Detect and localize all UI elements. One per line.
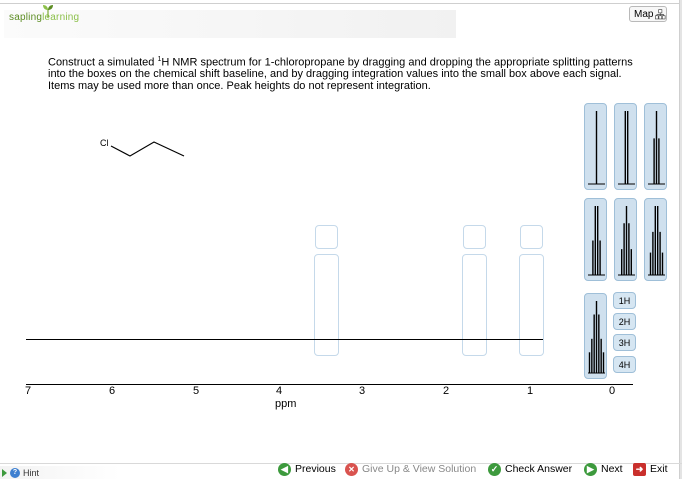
signal-drop-box[interactable]: [314, 254, 339, 356]
splitting-pattern-doublet[interactable]: [614, 103, 637, 190]
logo-word-1: sapling: [9, 12, 43, 23]
expand-arrow-icon: [2, 468, 7, 477]
integration-chip-3h[interactable]: 3H: [613, 334, 636, 351]
next-label: Next: [601, 463, 623, 475]
next-button[interactable]: ▶ Next: [584, 461, 623, 477]
axis-unit-label: ppm: [275, 398, 297, 410]
axis-tick-label: 0: [609, 385, 616, 397]
footer-divider: [0, 463, 682, 464]
integration-chip-2h[interactable]: 2H: [613, 313, 636, 330]
axis-tick-label: 2: [443, 385, 450, 397]
check-answer-label: Check Answer: [505, 463, 573, 475]
chemical-shift-baseline: [26, 339, 543, 340]
map-icon: [655, 8, 666, 19]
integration-drop-box[interactable]: [463, 225, 486, 249]
signal-drop-box[interactable]: [519, 254, 544, 356]
quintet-peaks-icon: [618, 206, 635, 276]
give-up-label: Give Up & View Solution: [362, 463, 477, 475]
axis-tick-label: 3: [359, 385, 366, 397]
signal-drop-box[interactable]: [462, 254, 487, 356]
cancel-x-icon: ✕: [345, 462, 358, 476]
integration-drop-box[interactable]: [315, 225, 338, 249]
axis-tick-label: 5: [193, 385, 200, 397]
axis-tick-label: 1: [527, 385, 534, 397]
next-arrow-icon: ▶: [584, 462, 597, 476]
integration-chip-4h[interactable]: 4H: [613, 356, 636, 373]
doublet-peaks-icon: [618, 111, 635, 185]
quartet-peaks-icon: [588, 206, 605, 276]
sprout-icon: [43, 5, 53, 18]
axis-tick-label: 6: [109, 385, 116, 397]
splitting-pattern-triplet[interactable]: [644, 103, 667, 190]
splitting-pattern-septet[interactable]: [584, 293, 607, 379]
splitting-pattern-singlet[interactable]: [584, 103, 607, 190]
instructions-part-1: Construct a simulated: [48, 56, 158, 69]
map-button-label: Map: [634, 8, 654, 20]
singlet-peaks-icon: [588, 111, 605, 185]
integration-drop-box[interactable]: [520, 225, 543, 249]
splitting-pattern-sextet[interactable]: [644, 198, 667, 281]
previous-label: Previous: [295, 463, 336, 475]
ppm-axis: [26, 384, 633, 385]
give-up-button[interactable]: ✕ Give Up & View Solution: [345, 461, 476, 477]
axis-tick-label: 4: [276, 385, 283, 397]
molecule-bonds: [110, 141, 185, 157]
sextet-peaks-icon: [648, 206, 665, 276]
check-answer-button[interactable]: ✓ Check Answer: [488, 461, 572, 477]
sapling-learning-logo: saplinglearning: [9, 5, 79, 23]
checkmark-icon: ✓: [488, 462, 501, 476]
instructions-text: Construct a simulated 1H NMR spectrum fo…: [48, 54, 640, 92]
question-icon: ?: [10, 467, 20, 478]
map-button[interactable]: Map: [629, 6, 667, 22]
septet-peaks-icon: [588, 301, 605, 374]
exit-label: Exit: [650, 463, 668, 475]
molecule-structure: Cl: [96, 132, 196, 166]
hint-label: Hint: [23, 467, 40, 478]
triplet-peaks-icon: [648, 111, 665, 185]
previous-arrow-icon: ◀: [278, 462, 291, 476]
splitting-pattern-quintet[interactable]: [614, 198, 637, 281]
splitting-pattern-quartet[interactable]: [584, 198, 607, 281]
integration-chip-1h[interactable]: 1H: [613, 292, 636, 309]
top-divider: [0, 3, 682, 4]
hint-button[interactable]: ? Hint: [0, 466, 120, 479]
axis-tick-label: 7: [25, 385, 32, 397]
exit-door-icon: ➜: [633, 462, 646, 476]
exit-button[interactable]: ➜ Exit: [633, 461, 668, 477]
previous-button[interactable]: ◀ Previous: [278, 461, 336, 477]
